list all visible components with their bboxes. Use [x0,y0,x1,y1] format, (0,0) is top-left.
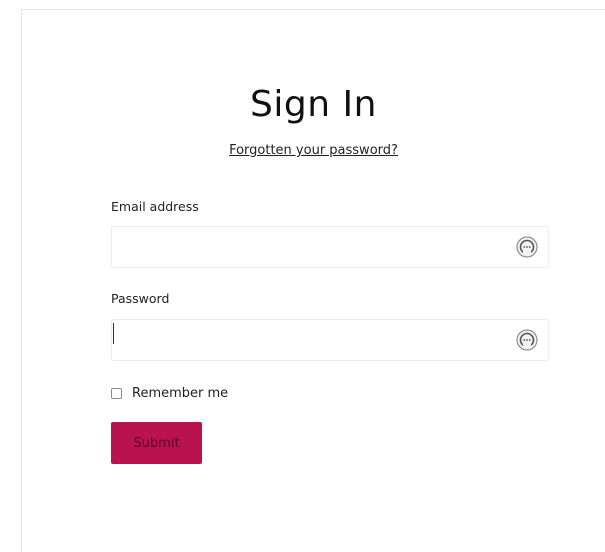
password-field[interactable] [111,319,549,361]
password-input[interactable] [112,320,548,360]
forgot-password-link[interactable]: Forgotten your password? [22,143,605,158]
password-label: Password [111,291,170,306]
email-input[interactable] [112,227,548,267]
email-label: Email address [111,199,199,214]
remember-me-label: Remember me [132,385,229,401]
page-title: Sign In [250,84,377,125]
submit-button[interactable]: Submit [111,422,202,464]
password-manager-icon[interactable] [516,329,538,351]
sign-in-card: Sign In Forgotten your password? Email a… [21,9,605,552]
password-manager-icon[interactable] [516,236,538,258]
email-field[interactable] [111,226,549,268]
remember-me-checkbox[interactable] [111,387,122,399]
text-caret [113,323,114,344]
remember-me-row[interactable]: Remember me [111,384,228,402]
